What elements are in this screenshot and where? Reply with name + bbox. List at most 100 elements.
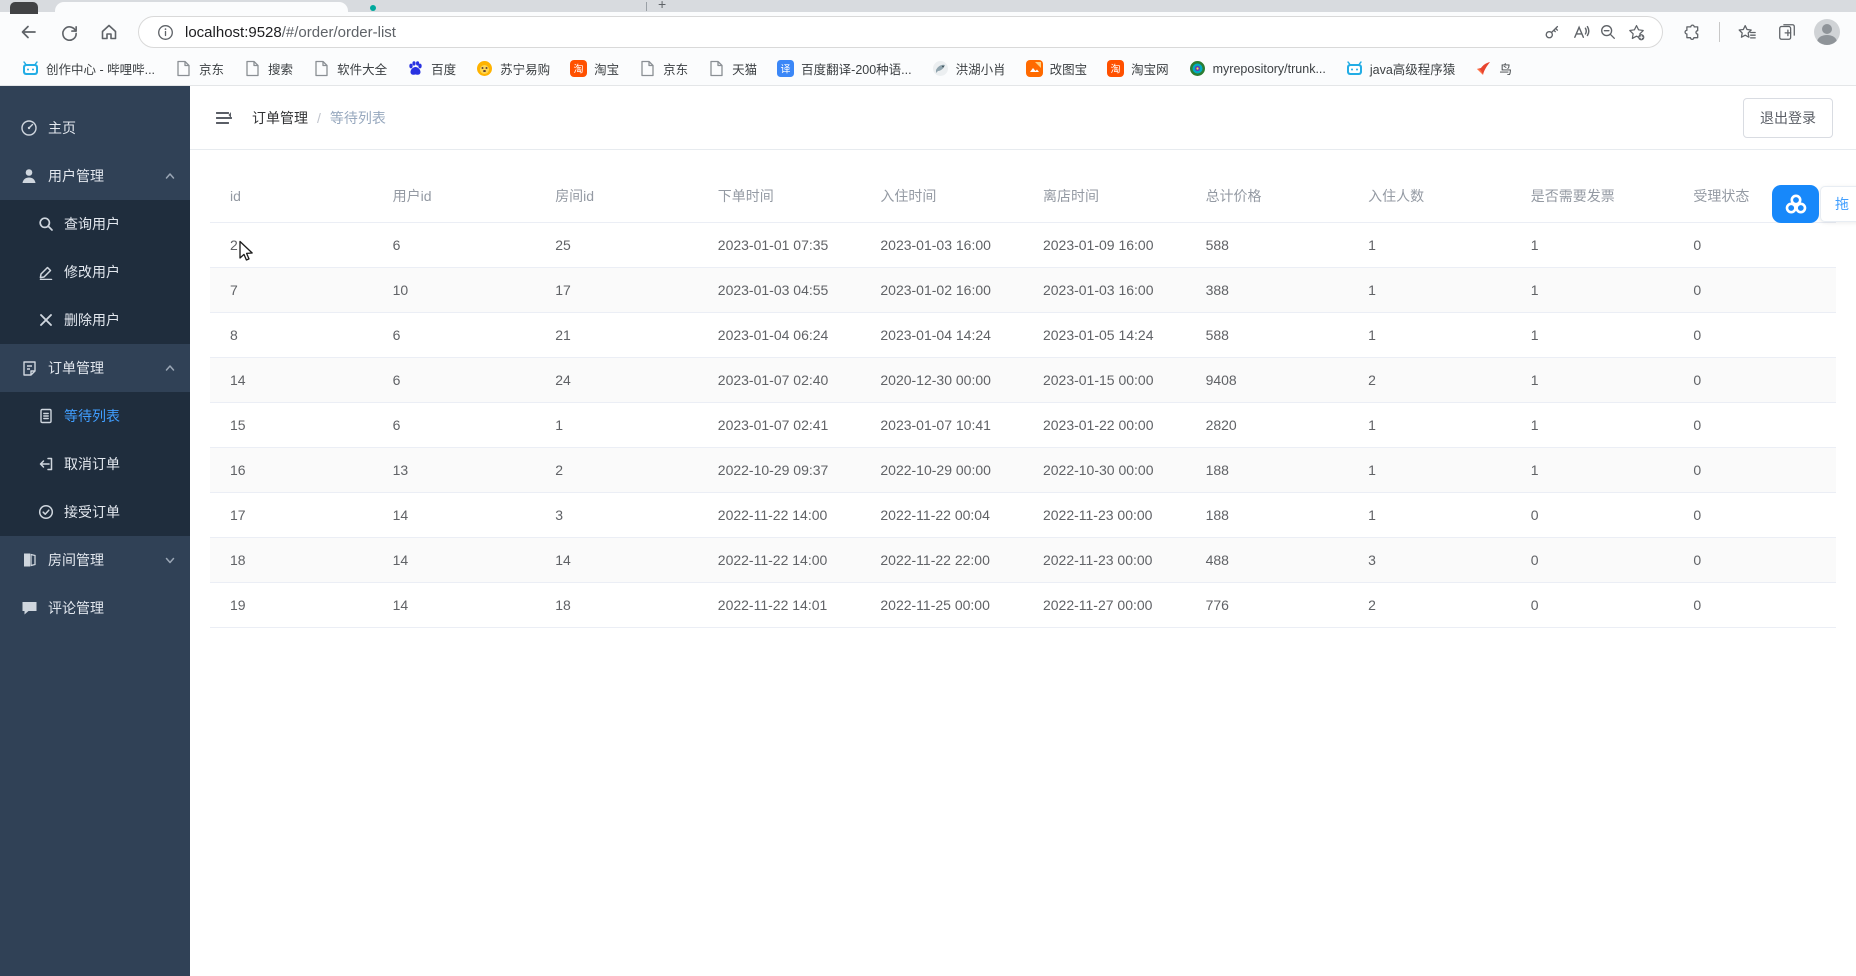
sidebar-submenu: 查询用户 修改用户删除用户 [0, 200, 190, 344]
profile-avatar[interactable] [1808, 16, 1846, 48]
table-cell: 2023-01-09 16:00 [1022, 222, 1186, 268]
new-tab-icon[interactable]: + [658, 0, 666, 12]
bilibili-icon [1346, 60, 1363, 77]
sidebar-item-主页[interactable]: 主页 [0, 104, 190, 152]
table-cell: 2022-10-29 09:37 [697, 447, 861, 493]
table-row[interactable]: 7 10 17 2023-01-03 04:55 2023-01-02 16:00 202… [210, 267, 1836, 313]
bookmark-item[interactable]: 软件大全 [305, 55, 395, 82]
url-text[interactable]: localhost:9528/#/order/order-list [185, 24, 396, 41]
column-header: 总计价格 [1185, 170, 1349, 223]
table-cell: 7 [210, 267, 373, 313]
sidebar-item-用户管理[interactable]: 用户管理 [0, 152, 190, 200]
table-cell: 2 [210, 222, 373, 268]
sidebar-item-label: 取消订单 [64, 456, 120, 472]
table-row[interactable]: 15 6 1 2023-01-07 02:41 2023-01-07 10:41 2023… [210, 402, 1836, 448]
table-cell: 0 [1510, 537, 1674, 583]
table-row[interactable]: 17 14 3 2022-11-22 14:00 2022-11-22 00:04 202… [210, 492, 1836, 538]
bookmark-item[interactable]: 创作中心 - 哔哩哔... [14, 55, 163, 82]
table-cell: 0 [1673, 312, 1836, 358]
sidebar-subitem-等待列表[interactable]: 等待列表 [0, 392, 190, 440]
bookmark-item[interactable]: 淘淘宝 [562, 55, 627, 82]
sidebar-item-label: 接受订单 [64, 504, 120, 520]
sidebar-subitem-删除用户[interactable]: 删除用户 [0, 296, 190, 344]
bookmark-item[interactable]: java高级程序猿 [1338, 55, 1463, 82]
favorites-icon[interactable] [1728, 16, 1766, 48]
table-cell: 588 [1185, 222, 1349, 268]
tab-divider [646, 2, 647, 11]
table-row[interactable]: 8 6 21 2023-01-04 06:24 2023-01-04 14:24 2023… [210, 312, 1836, 358]
table-cell: 17 [210, 492, 373, 538]
bookmark-item[interactable]: 苏宁易购 [468, 55, 558, 82]
bookmark-item[interactable]: 京东 [167, 55, 232, 82]
table-cell: 2023-01-03 16:00 [1022, 267, 1186, 313]
table-row[interactable]: 19 14 18 2022-11-22 14:01 2022-11-25 00:00 20… [210, 582, 1836, 628]
table-cell: 0 [1673, 447, 1836, 493]
table-row[interactable]: 14 6 24 2023-01-07 02:40 2020-12-30 00:00 202… [210, 357, 1836, 403]
bookmark-item[interactable]: 译百度翻译-200种语... [769, 55, 919, 82]
table-row[interactable]: 18 14 14 2022-11-22 14:00 2022-11-22 22:00 20… [210, 537, 1836, 583]
table-cell: 2023-01-04 06:24 [697, 312, 861, 358]
breadcrumb-parent[interactable]: 订单管理 [252, 108, 308, 128]
url-host: localhost:9528 [185, 23, 282, 41]
column-header: 离店时间 [1022, 170, 1186, 223]
table-cell: 2023-01-05 14:24 [1022, 312, 1186, 358]
sidebar-subitem-查询用户[interactable]: 查询用户 [0, 200, 190, 248]
bookmark-item[interactable]: 天猫 [700, 55, 765, 82]
site-info-icon[interactable] [151, 20, 179, 44]
sidebar-subitem-取消订单[interactable]: 取消订单 [0, 440, 190, 488]
table-cell: 14 [372, 582, 536, 628]
zoom-out-icon[interactable] [1594, 20, 1622, 44]
collections-icon[interactable] [1768, 16, 1806, 48]
drag-widget-button[interactable] [1772, 185, 1819, 223]
hamburger-icon[interactable] [212, 106, 236, 130]
refresh-icon[interactable] [50, 16, 88, 48]
add-favorite-icon[interactable] [1622, 20, 1650, 44]
home-icon[interactable] [90, 16, 128, 48]
extensions-icon[interactable] [1673, 16, 1711, 48]
table-cell: 25 [535, 222, 698, 268]
bilibili-icon [22, 60, 39, 77]
sidebar-subitem-接受订单[interactable]: 接受订单 [0, 488, 190, 536]
sidebar-item-label: 等待列表 [64, 408, 120, 424]
table-row[interactable]: 2 6 25 2023-01-01 07:35 2023-01-03 16:00 2023… [210, 222, 1836, 268]
sidebar-subitem-修改用户[interactable]: 修改用户 [0, 248, 190, 296]
bookmark-item[interactable]: 洪湖小肖 [924, 55, 1014, 82]
table-cell: 2022-11-23 00:00 [1022, 537, 1186, 583]
table-cell: 6 [372, 222, 536, 268]
bookmark-item[interactable]: 京东 [631, 55, 696, 82]
table-row[interactable]: 16 13 2 2022-10-29 09:37 2022-10-29 00:00 202… [210, 447, 1836, 493]
bookmark-item[interactable]: 百度 [399, 55, 464, 82]
table-cell: 3 [535, 492, 698, 538]
bookmark-item[interactable]: 改图宝 [1018, 55, 1096, 82]
address-bar[interactable]: localhost:9528/#/order/order-list [138, 16, 1663, 48]
table-cell: 0 [1673, 582, 1836, 628]
taobao-icon: 淘 [1107, 60, 1125, 77]
table-cell: 14 [372, 537, 536, 583]
bookmark-item[interactable]: 淘淘宝网 [1099, 55, 1177, 82]
back-icon[interactable] [10, 16, 48, 48]
table-cell: 1 [1510, 222, 1674, 268]
sidebar-item-评论管理[interactable]: 评论管理 [0, 584, 190, 632]
active-tab[interactable] [55, 2, 348, 12]
sidebar-item-label: 订单管理 [48, 360, 104, 376]
logout-button[interactable]: 退出登录 [1743, 97, 1833, 138]
drag-widget-label[interactable]: 拖 [1820, 186, 1856, 222]
workspace-chip[interactable] [10, 2, 38, 14]
baidu-translate-icon: 译 [777, 60, 795, 77]
order-table-head: id 用户id 房间id 下单时间 入住时间 离店时间 总计价格 入住人数 是否需要发票 受理状态 [210, 170, 1836, 223]
sidebar-item-房间管理[interactable]: 房间管理 [0, 536, 190, 584]
table-cell: 1 [1510, 447, 1674, 493]
bookmark-label: 百度 [431, 63, 457, 77]
bookmark-item[interactable]: myrepository/trunk... [1181, 56, 1334, 81]
password-key-icon[interactable] [1538, 20, 1566, 44]
bookmark-label: 百度翻译-200种语... [801, 63, 912, 77]
sidebar-item-订单管理[interactable]: 订单管理 [0, 344, 190, 392]
table-cell: 2023-01-02 16:00 [860, 267, 1023, 313]
bookmark-label: 搜索 [268, 63, 294, 77]
bookmark-item[interactable]: 搜索 [236, 55, 301, 82]
bookmark-label: 淘宝网 [1131, 63, 1169, 77]
sidebar-item-label: 删除用户 [64, 312, 120, 328]
read-aloud-icon[interactable] [1566, 20, 1594, 44]
table-cell: 1 [1510, 357, 1674, 403]
bookmark-item[interactable]: 鸟 [1467, 55, 1520, 82]
